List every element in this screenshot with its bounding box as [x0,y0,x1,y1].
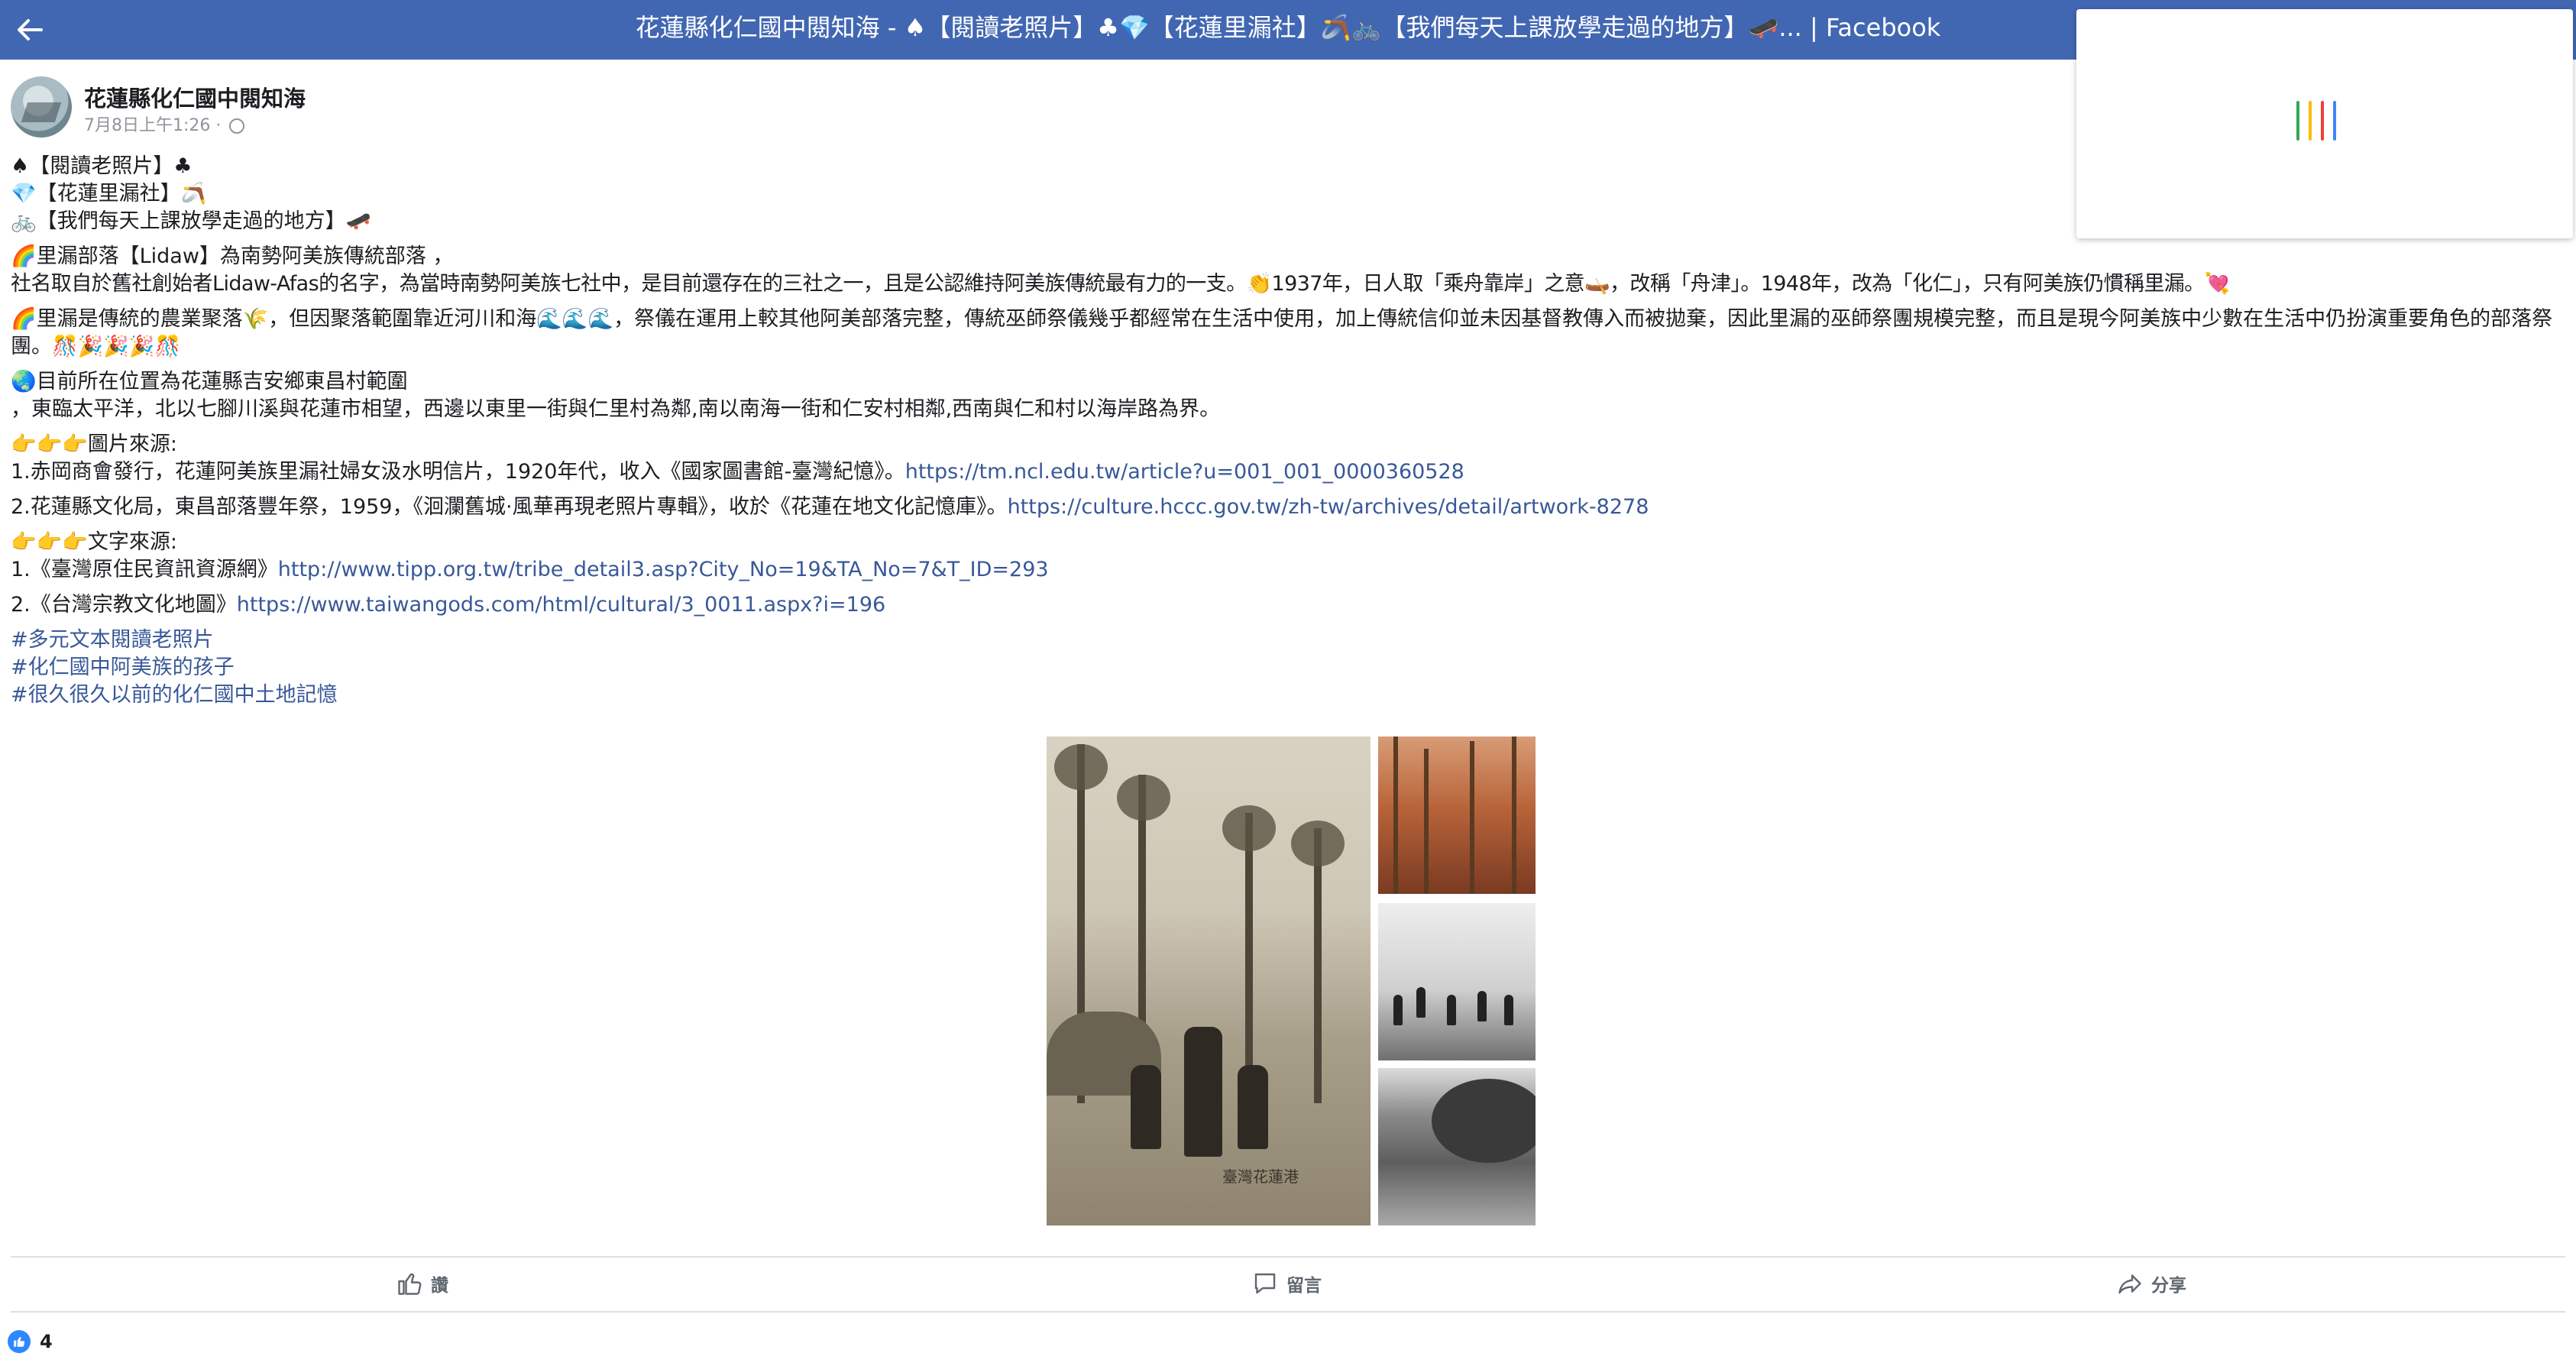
share-label: 分享 [2151,1276,2186,1296]
photo-main[interactable]: 臺灣花蓮港 [1047,737,1371,1225]
post-line: 2.花蓮縣文化局，東昌部落豐年祭，1959，《洄瀾舊城·風華再現老照片專輯》，收… [11,494,2562,521]
post-line: 2.《台灣宗教文化地圖》https://www.taiwangods.com/h… [11,591,2562,619]
post-line: 💎【花蓮里漏社】🪃 [11,182,207,206]
hashtag-link[interactable]: #很久很久以前的化仁國中土地記憶 [11,682,2562,709]
hashtag-link[interactable]: #多元文本閱讀老照片 [11,626,2562,654]
post-line: 👉👉👉文字來源: [11,530,177,554]
loading-spinner-icon [2296,101,2358,147]
post-line: 1.赤岡商會發行，花蓮阿美族里漏社婦女汲水明信片，1920年代，收入《國家圖書館… [11,458,2562,486]
page-avatar[interactable] [11,76,72,138]
source-link[interactable]: http://www.tipp.org.tw/tribe_detail3.asp… [278,558,1049,581]
post-line: 1.《臺灣原住民資訊資源網》http://www.tipp.org.tw/tri… [11,556,2562,584]
share-button[interactable]: 分享 [2116,1264,2186,1303]
public-globe-icon [229,118,245,134]
timestamp-text[interactable]: 7月8日上午1:26 · [84,116,226,135]
source-text: 1.《臺灣原住民資訊資源網》 [11,558,278,581]
post-line: ♠【閱讀老照片】♣ [11,154,193,178]
post-line: 🌈里漏是傳統的農業聚落🌾，但因聚落範圍靠近河川和海🌊🌊🌊，祭儀在運用上較其他阿美… [11,307,2553,358]
comment-icon [1254,1273,1276,1294]
post-line: 🌏目前所在位置為花蓮縣吉安鄉東昌村範圍 [11,370,408,393]
source-link[interactable]: https://culture.hccc.gov.tw/zh-tw/archiv… [1008,495,1649,519]
comment-label: 留言 [1286,1276,1322,1296]
like-button[interactable]: 讚 [396,1264,448,1303]
post-timestamp[interactable]: 7月8日上午1:26 · [84,112,245,136]
photo-thumbnail-3[interactable] [1378,1068,1536,1225]
hashtag-link[interactable]: #化仁國中阿美族的孩子 [11,654,2562,682]
post-text: ♠【閱讀老照片】♣ 💎【花蓮里漏社】🪃 🚲【我們每天上課放學走過的地方】🛹 🌈里… [11,153,2562,709]
reaction-count: 4 [40,1331,53,1352]
photo-grid: 臺灣花蓮港 [1047,737,1536,1225]
like-label: 讚 [431,1276,448,1296]
page-name-link[interactable]: 花蓮縣化仁國中閱知海 [84,81,306,113]
source-text: 1.赤岡商會發行，花蓮阿美族里漏社婦女汲水明信片，1920年代，收入《國家圖書館… [11,460,905,484]
source-text: 2.《台灣宗教文化地圖》 [11,593,237,617]
post-line: 🚲【我們每天上課放學走過的地方】🛹 [11,209,372,233]
source-link[interactable]: https://tm.ncl.edu.tw/article?u=001_001_… [905,460,1464,484]
reaction-summary[interactable]: 4 [8,1326,53,1357]
photo-caption: 臺灣花蓮港 [1222,1167,1299,1186]
thumbs-up-icon [398,1273,422,1295]
back-arrow-icon[interactable] [11,11,49,49]
photo-thumbnail-1[interactable] [1378,737,1536,894]
source-link[interactable]: https://www.taiwangods.com/html/cultural… [237,593,885,617]
post-line: 社名取自於舊社創始者Lidaw-Afas的名字，為當時南勢阿美族七社中，是目前還… [11,272,2230,296]
source-text: 2.花蓮縣文化局，東昌部落豐年祭，1959，《洄瀾舊城·風華再現老照片專輯》，收… [11,495,1008,519]
post-line: 🌈里漏部落【Lidaw】為南勢阿美族傳統部落 ， [11,244,454,268]
photo-thumbnail-2[interactable] [1378,903,1536,1060]
divider [11,1311,2565,1313]
action-bar: 讚 留言 分享 [11,1258,2565,1311]
post-line: 👉👉👉圖片來源: [11,432,177,456]
like-reaction-icon [8,1330,31,1353]
share-icon [2118,1274,2141,1294]
post-line: ，東臨太平洋，北以七腳川溪與花蓮市相望，西邊以東里一街與仁里村為鄰,南以南海一街… [11,397,1221,421]
comment-button[interactable]: 留言 [1251,1264,1322,1303]
